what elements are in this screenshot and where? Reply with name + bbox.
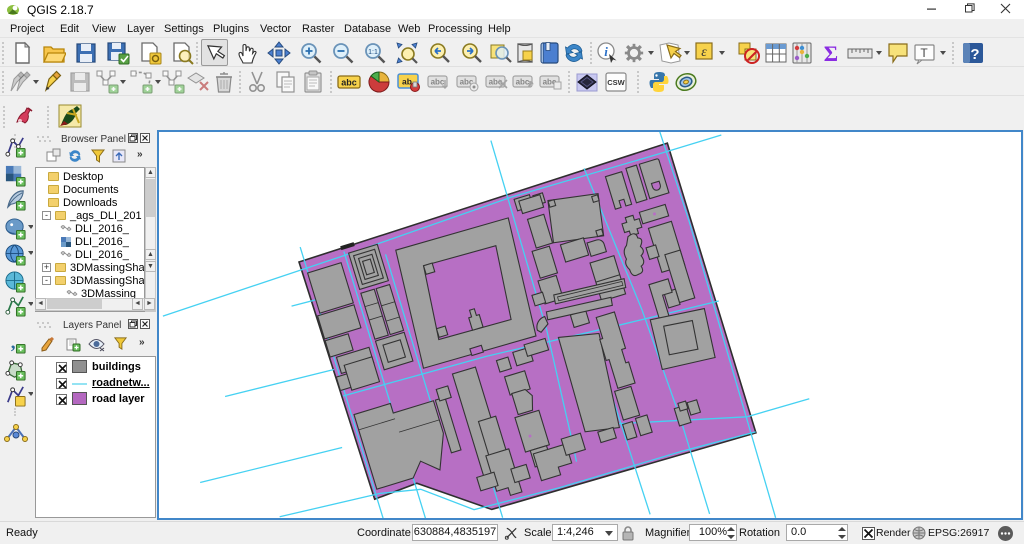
svg-text:ε: ε [701,45,707,60]
svg-text:abc: abc [516,78,530,87]
svg-text:i: i [604,44,608,59]
svg-text:1:1: 1:1 [368,49,378,56]
svg-text:T: T [920,46,928,60]
svg-text:CSW: CSW [607,78,625,87]
svg-text:abc: abc [431,78,445,87]
svg-text:abc: abc [341,78,357,88]
svg-text:?: ? [970,46,979,63]
svg-text:Σ: Σ [824,41,838,65]
svg-text:,: , [11,332,16,353]
